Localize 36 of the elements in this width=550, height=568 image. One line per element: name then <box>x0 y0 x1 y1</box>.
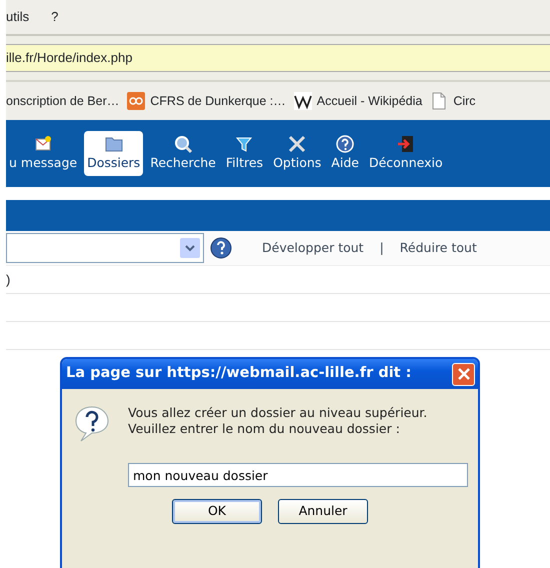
bookmark[interactable]: onscription de Ber… <box>6 92 120 110</box>
folder-select[interactable] <box>6 233 204 263</box>
tools-icon <box>287 134 308 154</box>
question-icon <box>74 405 110 443</box>
exit-icon <box>396 134 416 154</box>
dialog-button[interactable]: Annuler <box>278 499 368 524</box>
page-icon <box>430 92 448 110</box>
toolbar-button[interactable]: Dossiers <box>84 131 144 176</box>
search-icon <box>173 134 194 154</box>
table-cell-text: ) <box>6 270 10 289</box>
dialog-message: Vous allez créer un dossier au niveau supérieur. Veuillez entrer le nom du nouveau dossier : <box>128 405 428 438</box>
help-icon <box>335 134 356 154</box>
close-icon <box>456 367 470 381</box>
toolbar-button[interactable]: u message <box>6 131 80 176</box>
close-button[interactable] <box>452 362 475 386</box>
folder-name-field[interactable]: mon nouveau dossier <box>128 463 468 487</box>
menu-item[interactable]: utils <box>6 7 30 27</box>
separator: | <box>380 238 384 257</box>
bookmark[interactable]: CFRS de Dunkerque :… <box>127 92 286 110</box>
bookmark[interactable]: Circ <box>430 92 476 110</box>
toolbar-button[interactable]: Déconnexio <box>366 131 446 176</box>
bookmark[interactable]: Accueil - Wikipédia <box>294 92 422 110</box>
address-field[interactable]: ille.fr/Horde/index.php <box>6 44 550 72</box>
toolbar-button[interactable]: Options <box>270 131 324 176</box>
expand-link[interactable]: Développer tout <box>262 238 364 258</box>
dialog-button[interactable]: OK <box>172 499 262 524</box>
url-text: ille.fr/Horde/index.php <box>6 49 132 68</box>
toolbar-button[interactable]: Aide <box>328 131 362 176</box>
menu-item[interactable]: ? <box>51 7 58 27</box>
site-icon <box>127 92 146 110</box>
help-icon[interactable] <box>210 237 232 259</box>
wiki-icon <box>294 92 312 110</box>
toolbar-button[interactable]: Recherche <box>147 131 219 176</box>
expand-link[interactable]: Réduire tout <box>400 238 477 258</box>
toolbar-button[interactable]: Filtres <box>222 131 266 176</box>
dialog-title: La page sur https://webmail.ac-lille.fr dit : <box>66 364 412 384</box>
